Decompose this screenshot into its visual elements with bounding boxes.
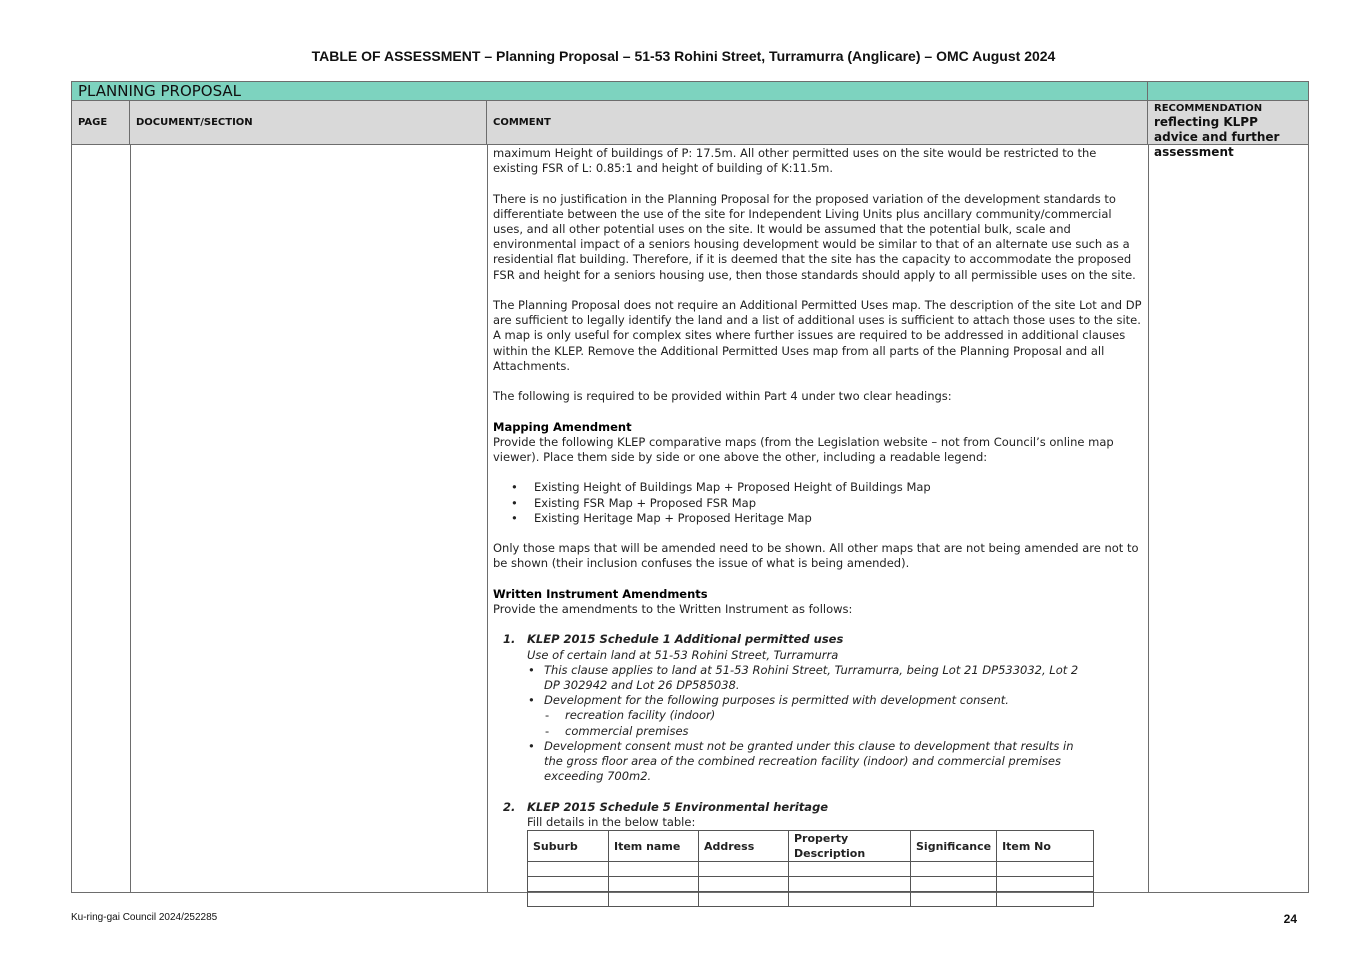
amendment-item-bullets: This clause applies to land at 51-53 Roh… bbox=[493, 663, 1145, 709]
column-header-recommendation-label: RECOMMENDATION bbox=[1154, 103, 1263, 114]
column-divider bbox=[487, 145, 488, 892]
amendment-item-title: KLEP 2015 Schedule 1 Additional permitte… bbox=[527, 632, 844, 647]
list-item: This clause applies to land at 51-53 Roh… bbox=[528, 663, 1145, 693]
table-row bbox=[527, 876, 1095, 893]
mapping-amendment-text: Provide the following KLEP comparative m… bbox=[493, 434, 1114, 464]
list-item: Existing FSR Map + Proposed FSR Map bbox=[493, 496, 1145, 511]
column-header-page-label: PAGE bbox=[78, 117, 108, 128]
comment-paragraph: The Planning Proposal does not require a… bbox=[493, 298, 1142, 373]
amendment-item-number: 1. bbox=[503, 632, 516, 647]
heritage-table-instruction: Fill details in the below table: bbox=[527, 814, 696, 829]
column-divider bbox=[130, 145, 131, 892]
page-number: 24 bbox=[1283, 912, 1297, 926]
column-header-comment: COMMENT bbox=[487, 101, 1148, 145]
column-header-document-section: DOCUMENT/SECTION bbox=[130, 101, 487, 145]
heritage-column-header: Significance bbox=[909, 829, 998, 863]
column-header-page: PAGE bbox=[72, 101, 130, 145]
assessment-table: PLANNING PROPOSAL PAGE DOCUMENT/SECTION … bbox=[71, 81, 1309, 908]
comment-cell: maximum Height of buildings of P: 17.5m.… bbox=[493, 146, 1145, 908]
heritage-column-header: Item No bbox=[996, 829, 1095, 863]
table-row bbox=[527, 891, 1095, 908]
amendment-item-2: 2. KLEP 2015 Schedule 5 Environmental he… bbox=[493, 800, 1145, 815]
footer-reference: Ku-ring-gai Council 2024/252285 bbox=[71, 912, 218, 923]
table-row bbox=[527, 861, 1095, 878]
list-item: Development for the following purposes i… bbox=[528, 693, 1145, 708]
amendment-item-subtitle: Use of certain land at 51-53 Rohini Stre… bbox=[527, 647, 839, 662]
heritage-table: Suburb Item name Address Property Descri… bbox=[527, 829, 1095, 908]
list-item: Development consent must not be granted … bbox=[528, 739, 1145, 785]
permitted-purposes-list: recreation facility (indoor) commercial … bbox=[493, 708, 1145, 739]
map-list: Existing Height of Buildings Map + Propo… bbox=[493, 480, 1145, 526]
list-item: Existing Heritage Map + Proposed Heritag… bbox=[493, 511, 1145, 526]
column-divider bbox=[1148, 145, 1149, 892]
comment-paragraph: The following is required to be provided… bbox=[493, 389, 952, 404]
heritage-column-header: Property Description bbox=[788, 829, 911, 863]
column-header-document-section-label: DOCUMENT/SECTION bbox=[136, 117, 253, 128]
comment-paragraph: maximum Height of buildings of P: 17.5m.… bbox=[493, 146, 1097, 176]
list-item: commercial premises bbox=[545, 724, 1145, 739]
mapping-amendment-heading: Mapping Amendment bbox=[493, 419, 632, 434]
section-title: PLANNING PROPOSAL bbox=[72, 82, 1148, 101]
list-item: recreation facility (indoor) bbox=[545, 708, 1145, 723]
amendment-item-1: 1. KLEP 2015 Schedule 1 Additional permi… bbox=[493, 632, 1145, 647]
section-band-spacer bbox=[1148, 82, 1308, 101]
document-title: TABLE OF ASSESSMENT – Planning Proposal … bbox=[311, 48, 1056, 64]
amendment-item-bullets: Development consent must not be granted … bbox=[493, 739, 1145, 785]
column-header-recommendation-sublabel: reflecting KLPP advice and further asses… bbox=[1154, 115, 1280, 159]
amendment-item-number: 2. bbox=[503, 799, 516, 814]
list-item: Existing Height of Buildings Map + Propo… bbox=[493, 480, 1145, 495]
heritage-column-header: Suburb bbox=[527, 829, 609, 863]
comment-paragraph: There is no justification in the Plannin… bbox=[493, 191, 1136, 282]
comment-paragraph: Only those maps that will be amended nee… bbox=[493, 541, 1139, 571]
written-instrument-text: Provide the amendments to the Written In… bbox=[493, 601, 853, 616]
column-header-comment-label: COMMENT bbox=[493, 117, 551, 128]
heritage-column-header: Item name bbox=[608, 829, 699, 863]
written-instrument-heading: Written Instrument Amendments bbox=[493, 586, 708, 601]
heritage-column-header: Address bbox=[698, 829, 789, 863]
amendment-item-title: KLEP 2015 Schedule 5 Environmental herit… bbox=[527, 799, 829, 814]
column-header-recommendation: RECOMMENDATION reflecting KLPP advice an… bbox=[1148, 101, 1308, 159]
